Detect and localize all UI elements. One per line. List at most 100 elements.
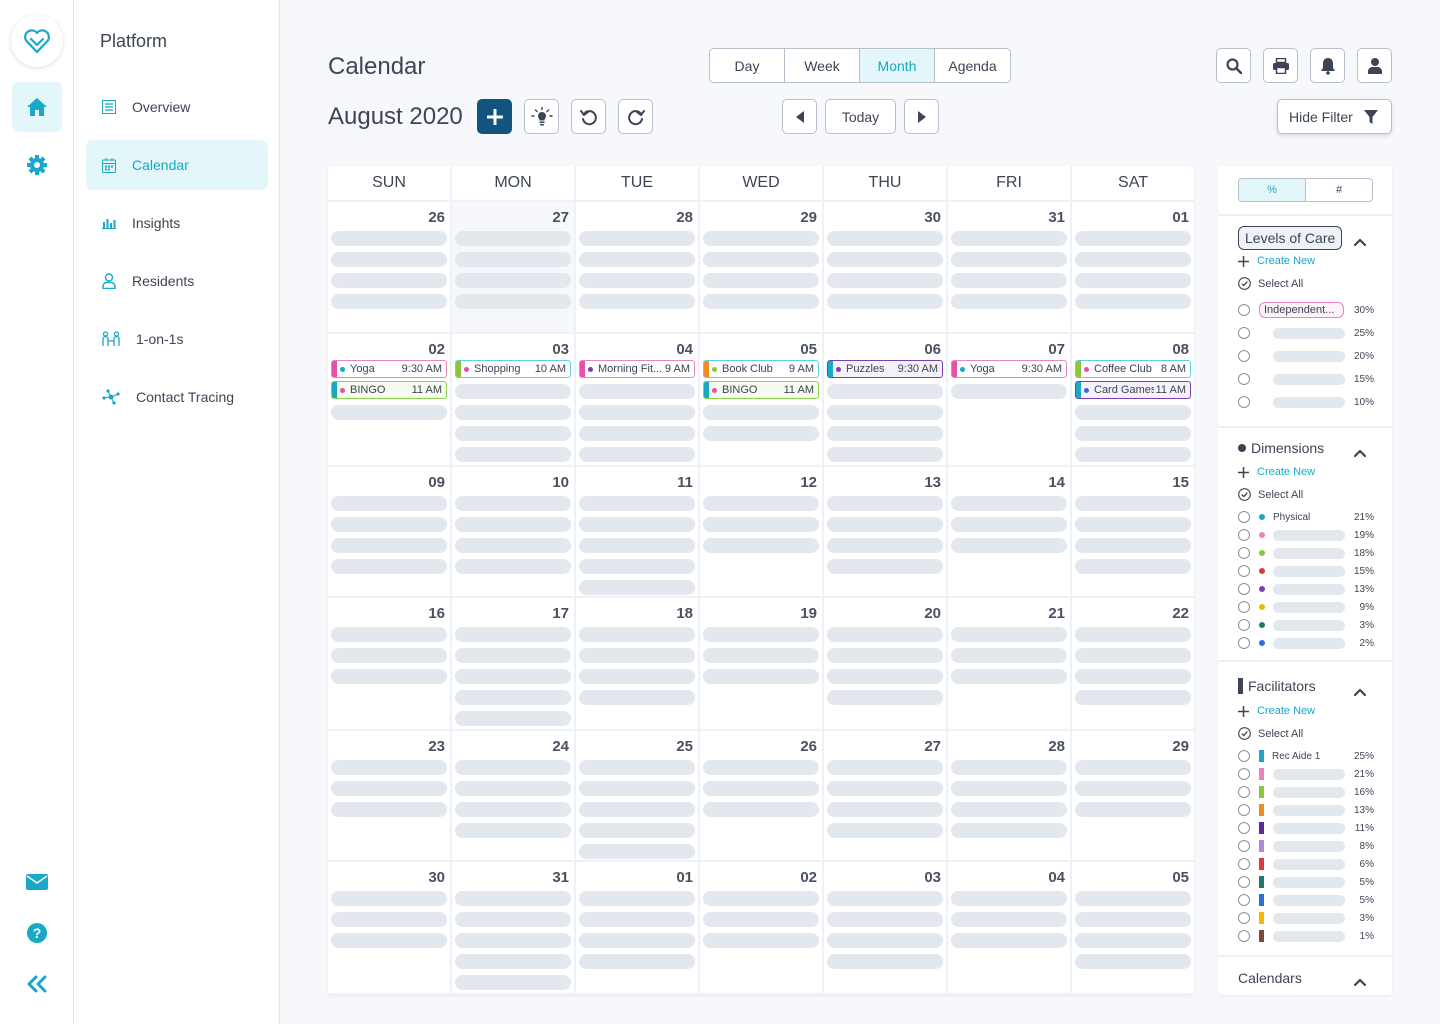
day-cell[interactable]: 19	[700, 598, 824, 731]
hide-filter-button[interactable]: Hide Filter	[1277, 99, 1392, 134]
dimension-option[interactable]: 18%	[1238, 546, 1374, 560]
dimension-option[interactable]: 3%	[1238, 618, 1374, 632]
facilitator-option[interactable]: 13%	[1238, 803, 1374, 817]
create-new-link[interactable]: Create New	[1238, 255, 1315, 267]
day-cell[interactable]: 13	[824, 467, 948, 598]
day-cell[interactable]: 11	[576, 467, 700, 598]
facilitator-option[interactable]: 11%	[1238, 821, 1374, 835]
sidebar-item-overview[interactable]: Overview	[86, 82, 268, 132]
next-month-button[interactable]	[904, 99, 939, 134]
day-cell[interactable]: 01	[1072, 202, 1194, 334]
level-of-care-option[interactable]: 20%	[1238, 349, 1374, 363]
settings-button[interactable]	[12, 140, 62, 190]
radio-button[interactable]	[1238, 547, 1250, 559]
day-cell[interactable]: 17	[452, 598, 576, 731]
radio-button[interactable]	[1238, 637, 1250, 649]
facilitator-option[interactable]: 21%	[1238, 767, 1374, 781]
day-cell[interactable]: 26	[328, 202, 452, 334]
event-chip[interactable]: Coffee Club 8 AM	[1075, 360, 1191, 378]
event-chip[interactable]: Yoga 9:30 AM	[951, 360, 1067, 378]
select-all-option[interactable]: Select All	[1238, 488, 1303, 501]
level-of-care-option[interactable]: 25%	[1238, 326, 1374, 340]
collapse-section-button[interactable]	[1353, 973, 1367, 991]
create-new-link[interactable]: Create New	[1238, 466, 1315, 478]
day-cell[interactable]: 22	[1072, 598, 1194, 731]
level-of-care-option[interactable]: 15%	[1238, 372, 1374, 386]
event-chip[interactable]: Shopping 10 AM	[455, 360, 571, 378]
collapse-section-button[interactable]	[1353, 233, 1367, 251]
day-cell[interactable]: 28	[948, 731, 1072, 862]
collapse-button[interactable]	[12, 959, 62, 1009]
dimension-option[interactable]: 2%	[1238, 636, 1374, 650]
day-cell[interactable]: 30	[328, 862, 452, 995]
create-new-link[interactable]: Create New	[1238, 705, 1315, 717]
mail-button[interactable]	[12, 857, 62, 907]
day-cell[interactable]: 25	[576, 731, 700, 862]
prev-month-button[interactable]	[782, 99, 817, 134]
tab-day[interactable]: Day	[710, 49, 785, 82]
radio-button[interactable]	[1238, 583, 1250, 595]
home-button[interactable]	[12, 82, 62, 132]
facilitator-option[interactable]: 1%	[1238, 929, 1374, 943]
dimension-option[interactable]: 19%	[1238, 528, 1374, 542]
dimension-option[interactable]: 15%	[1238, 564, 1374, 578]
print-button[interactable]	[1263, 48, 1298, 83]
radio-button[interactable]	[1238, 840, 1250, 852]
day-cell[interactable]: 14	[948, 467, 1072, 598]
radio-button[interactable]	[1238, 304, 1250, 316]
dimension-option[interactable]: 13%	[1238, 582, 1374, 596]
radio-button[interactable]	[1238, 930, 1250, 942]
event-chip[interactable]: Morning Fit... 9 AM	[579, 360, 695, 378]
radio-button[interactable]	[1238, 327, 1250, 339]
facilitator-option[interactable]: 6%	[1238, 857, 1374, 871]
day-cell[interactable]: 01	[576, 862, 700, 995]
facilitator-option[interactable]: 3%	[1238, 911, 1374, 925]
facilitator-option[interactable]: 5%	[1238, 875, 1374, 889]
radio-button[interactable]	[1238, 529, 1250, 541]
day-cell[interactable]: 06 Puzzles 9:30 AM	[824, 334, 948, 467]
sidebar-item-1-on-1s[interactable]: 1-on-1s	[86, 314, 268, 364]
sidebar-item-calendar[interactable]: Calendar	[86, 140, 268, 190]
facilitator-option[interactable]: Rec Aide 1 25%	[1238, 749, 1374, 763]
day-cell[interactable]: 02	[700, 862, 824, 995]
event-chip[interactable]: BINGO 11 AM	[703, 381, 819, 399]
day-cell[interactable]: 09	[328, 467, 452, 598]
radio-button[interactable]	[1238, 786, 1250, 798]
radio-button[interactable]	[1238, 894, 1250, 906]
day-cell[interactable]: 29	[700, 202, 824, 334]
day-cell[interactable]: 29	[1072, 731, 1194, 862]
dimension-option[interactable]: Physical 21%	[1238, 510, 1374, 524]
add-event-button[interactable]	[477, 99, 512, 134]
day-cell[interactable]: 15	[1072, 467, 1194, 598]
day-cell[interactable]: 27	[824, 731, 948, 862]
redo-button[interactable]	[618, 99, 653, 134]
radio-button[interactable]	[1238, 619, 1250, 631]
percent-toggle[interactable]: %	[1239, 179, 1306, 201]
tab-week[interactable]: Week	[785, 49, 860, 82]
day-cell[interactable]: 05 Book Club 9 AM BINGO 11 AM	[700, 334, 824, 467]
day-cell[interactable]: 05	[1072, 862, 1194, 995]
day-cell[interactable]: 18	[576, 598, 700, 731]
today-button[interactable]: Today	[825, 99, 896, 134]
radio-button[interactable]	[1238, 511, 1250, 523]
day-cell[interactable]: 30	[824, 202, 948, 334]
radio-button[interactable]	[1238, 822, 1250, 834]
dimension-option[interactable]: 9%	[1238, 600, 1374, 614]
day-cell[interactable]: 21	[948, 598, 1072, 731]
logo[interactable]	[11, 15, 63, 67]
day-cell[interactable]: 04	[948, 862, 1072, 995]
day-cell[interactable]: 28	[576, 202, 700, 334]
radio-button[interactable]	[1238, 804, 1250, 816]
collapse-section-button[interactable]	[1353, 444, 1367, 462]
radio-button[interactable]	[1238, 858, 1250, 870]
tab-month[interactable]: Month	[860, 49, 935, 82]
day-cell[interactable]: 04 Morning Fit... 9 AM	[576, 334, 700, 467]
select-all-option[interactable]: Select All	[1238, 727, 1303, 740]
day-cell[interactable]: 26	[700, 731, 824, 862]
profile-button[interactable]	[1357, 48, 1392, 83]
day-cell[interactable]: 16	[328, 598, 452, 731]
help-button[interactable]: ?	[12, 908, 62, 958]
radio-button[interactable]	[1238, 350, 1250, 362]
radio-button[interactable]	[1238, 396, 1250, 408]
radio-button[interactable]	[1238, 768, 1250, 780]
